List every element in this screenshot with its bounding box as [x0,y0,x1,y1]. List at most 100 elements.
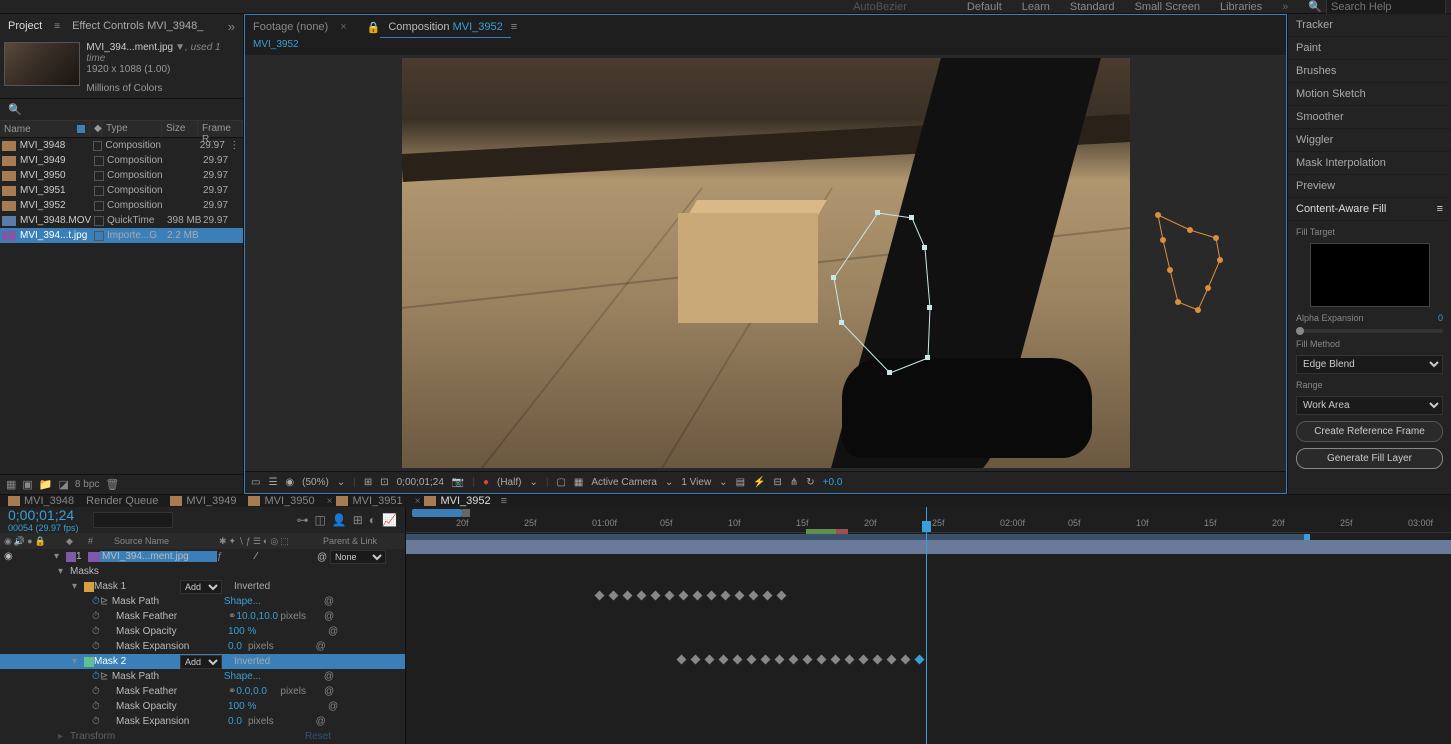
shy-icon[interactable]: 👤 [332,513,347,527]
interpret-icon[interactable]: ▦ [6,478,16,491]
reset-exp-icon[interactable]: ↻ [806,477,814,488]
mask-path-prop[interactable]: ◂◆▸ ⏱ ⊵ Mask Path Shape... @ [0,669,405,684]
new-folder-icon[interactable]: 📁 [39,478,53,491]
keyframe[interactable] [817,655,827,665]
stopwatch-icon[interactable]: ⏱ [92,611,104,622]
exposure-value[interactable]: +0.0 [823,477,843,488]
draft3d-icon[interactable]: ◫ [314,513,325,527]
effect-controls-tab[interactable]: Effect Controls MVI_3948_Mom [64,15,204,37]
channels-icon[interactable]: ● [483,477,489,488]
twirl-icon[interactable]: ▾ [72,581,84,592]
timeline-tab-render-queue[interactable]: Render Queue [86,495,158,507]
zoom-dropdown[interactable]: (50%) [302,477,329,488]
ws-standard[interactable]: Standard [1070,1,1115,13]
keyframe[interactable] [763,591,773,601]
keyframe[interactable] [665,591,675,601]
project-menu-icon[interactable]: ≡ [50,21,64,32]
sort-icon[interactable] [77,125,85,133]
alpha-expansion-value[interactable]: 0 [1438,313,1443,323]
mask-view-icon[interactable]: ◉ [285,477,294,488]
masks-group[interactable]: ▾ Masks [0,564,405,579]
current-time-indicator[interactable] [926,507,927,744]
project-search-input[interactable] [25,104,207,116]
twirl-icon[interactable]: ▾ [54,551,66,562]
slider-knob[interactable] [1296,327,1304,335]
stopwatch-icon[interactable]: ⏱ [92,686,104,697]
layer-name[interactable]: MVI_394...ment.jpg [100,551,217,562]
zoom-chevron-icon[interactable]: ⌄ [337,477,345,488]
mask-feather-prop[interactable]: ⏱ Mask Feather ⚭ 0.0,0.0 pixels @ [0,684,405,699]
panel-motion-sketch[interactable]: Motion Sketch [1288,83,1451,106]
keyframe[interactable] [609,591,619,601]
keyframe[interactable] [803,655,813,665]
timeline-tab-active[interactable]: ×MVI_3952≡ [415,495,507,507]
label-swatch[interactable] [94,216,104,226]
proj-row[interactable]: MVI_3952Composition29.97 [0,198,243,213]
keyframe[interactable] [719,655,729,665]
res-chevron-icon[interactable]: ⌄ [529,477,537,488]
keyframe[interactable] [693,591,703,601]
panel-tracker[interactable]: Tracker [1288,14,1451,37]
prop-value[interactable]: 100 % [228,626,328,637]
keyframe[interactable] [691,655,701,665]
twirl-icon[interactable]: ▾ [72,656,84,667]
panel-menu-icon[interactable]: ≡ [501,495,507,507]
prop-value[interactable]: 100 % [228,701,328,712]
keyframe[interactable] [789,655,799,665]
motion-blur-icon[interactable]: ◐ [369,513,376,527]
camera-dropdown[interactable]: Active Camera [591,477,657,488]
time-navigator-end[interactable] [462,509,470,517]
resolution-dropdown[interactable]: (Half) [497,477,521,488]
mask-inverted-label[interactable]: Inverted [234,581,270,592]
composition-tab[interactable]: Composition MVI_3952 [380,17,510,38]
frame-blend-icon[interactable]: ⊞ [353,513,363,527]
mask-color-swatch[interactable] [84,582,94,592]
prop-value[interactable]: 0.0 [228,641,248,652]
ws-learn[interactable]: Learn [1022,1,1050,13]
parent-select[interactable]: None [330,550,386,564]
source-name-col[interactable]: Source Name [110,536,219,546]
time-navigator[interactable] [412,509,462,517]
mask-row[interactable]: ▾ Mask 2 Add Inverted [0,654,405,669]
label-swatch[interactable] [93,141,103,151]
mask-row[interactable]: ▾ Mask 1 Add Inverted [0,579,405,594]
mask-mode-select[interactable]: Add [180,655,222,669]
panel-overflow-icon[interactable]: » [228,19,243,34]
panel-brushes[interactable]: Brushes [1288,60,1451,83]
constrain-icon[interactable]: ⚭ [228,611,236,622]
label-swatch[interactable] [94,156,104,166]
grid-icon[interactable]: ⊡ [380,477,388,488]
cam-chevron-icon[interactable]: ⌄ [665,477,673,488]
roi-icon[interactable]: ▢ [556,477,565,488]
timeline-tracks[interactable]: 20f25f01:00f05f10f15f20f25f02:00f05f10f1… [406,507,1451,744]
col-name[interactable]: Name [4,124,31,135]
timeline-search-input[interactable] [93,512,173,528]
twirl-icon[interactable]: ▸ [58,731,70,742]
prop-value[interactable]: Shape... [224,596,324,607]
proj-row[interactable]: MVI_3951Composition29.97 [0,183,243,198]
search-help-input[interactable] [1326,0,1446,15]
proj-row[interactable]: MVI_3949Composition29.97 [0,153,243,168]
keyframe[interactable] [707,591,717,601]
flowchart-icon[interactable]: ⋔ [790,477,798,488]
transform-group[interactable]: ▸ Transform Reset [0,729,405,744]
keyframe[interactable] [679,591,689,601]
panel-smoother[interactable]: Smoother [1288,106,1451,129]
col-size[interactable]: Size [162,121,198,137]
eye-icon[interactable]: ◉ [4,551,18,562]
mask-name[interactable]: Mask 2 [94,656,180,667]
generate-fill-layer-button[interactable]: Generate Fill Layer [1296,448,1443,469]
mask-path-prop[interactable]: ◂◇▸ ⏱ ⊵ Mask Path Shape... @ [0,594,405,609]
label-swatch[interactable] [94,186,104,196]
keyframe[interactable] [677,655,687,665]
keyframe[interactable] [747,655,757,665]
keyframe[interactable] [777,591,787,601]
graph-editor-icon[interactable]: 📈 [382,513,397,527]
label-swatch[interactable] [66,552,76,562]
timeline-current-time[interactable]: 0;00;01;24 [8,507,79,523]
stopwatch-icon[interactable]: ⏱ [92,641,104,652]
bpc-button[interactable]: 8 bpc [75,479,99,490]
resolution-icon[interactable]: ⊞ [364,477,372,488]
close-icon[interactable]: × [415,496,421,507]
timeline-tab[interactable]: MVI_3950 [248,495,314,507]
